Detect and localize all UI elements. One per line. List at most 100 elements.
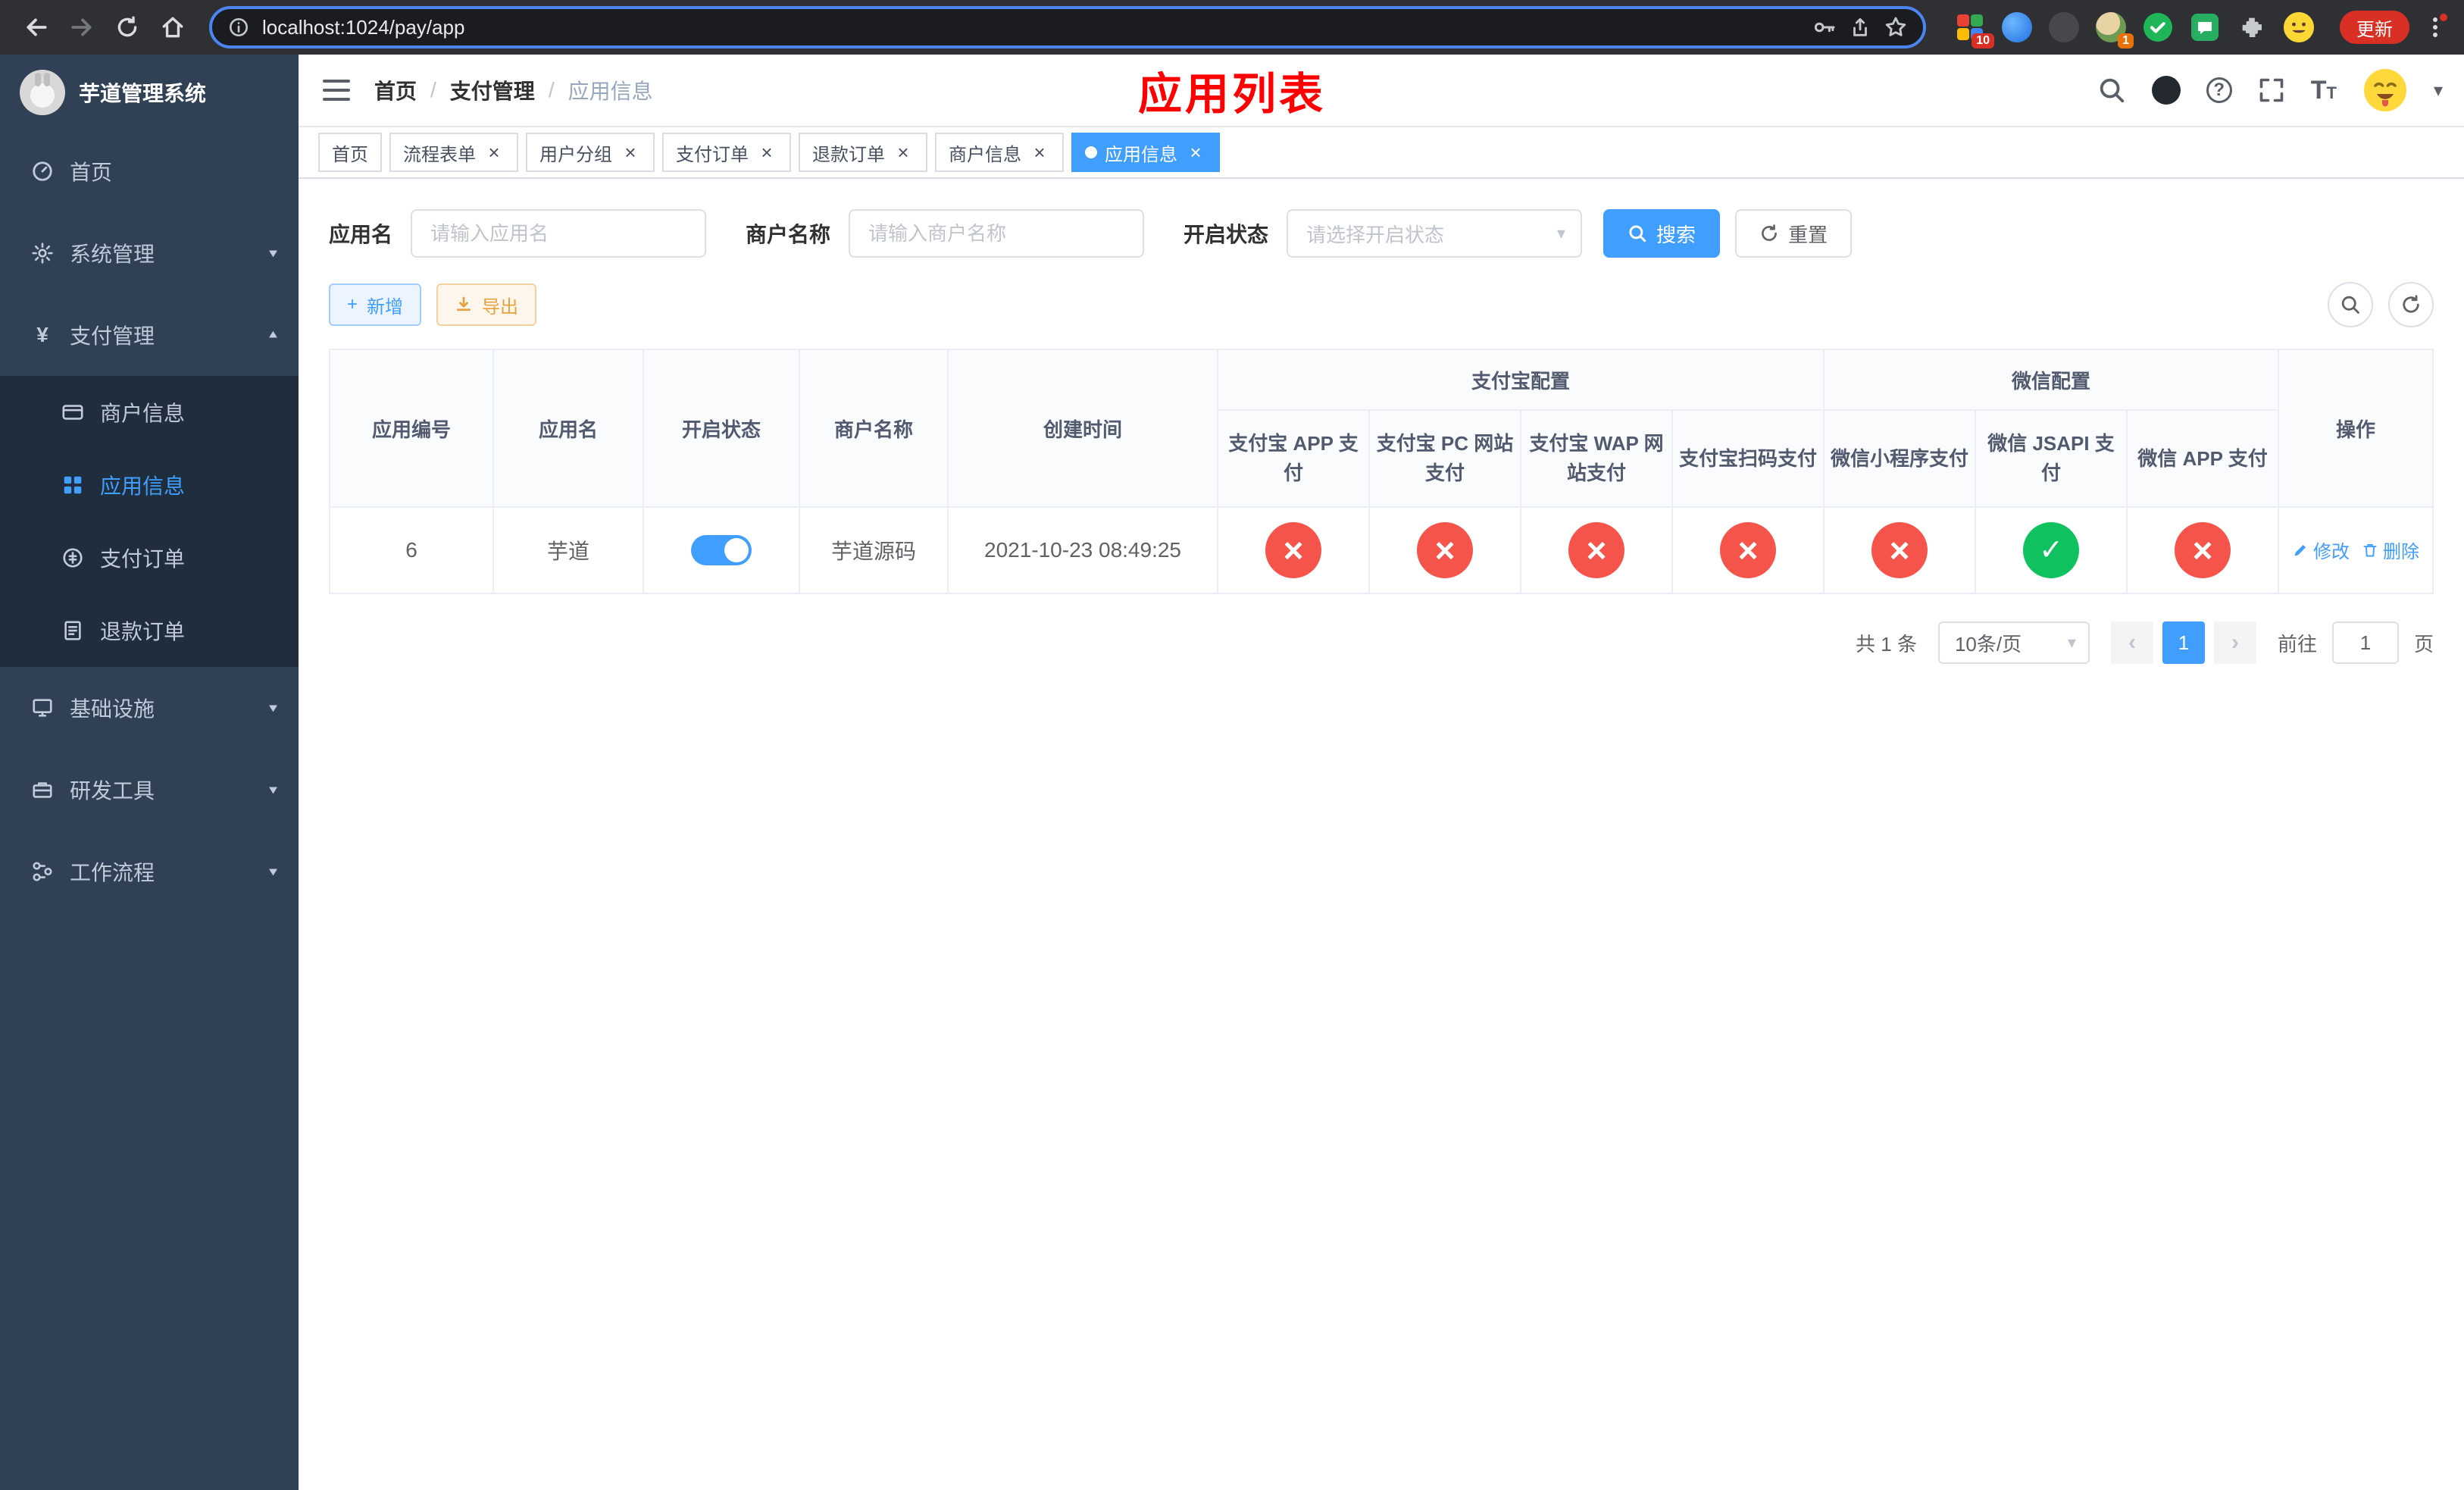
sidebar-item-label: 支付管理	[70, 324, 155, 348]
status-select[interactable]: 请选择开启状态 ▾	[1287, 209, 1583, 258]
reload-button[interactable]	[106, 6, 149, 49]
goto-label: 前往	[2277, 632, 2317, 656]
current-page-button[interactable]: 1	[2162, 621, 2205, 664]
tab-label: 支付订单	[676, 144, 749, 165]
app-name-input[interactable]	[411, 209, 707, 258]
status-toggle[interactable]	[691, 535, 752, 565]
merchant-name-input[interactable]	[849, 209, 1145, 258]
bookmark-star-icon[interactable]	[1884, 15, 1908, 39]
tab-refund-order[interactable]: 退款订单 ×	[799, 133, 927, 172]
fullscreen-icon[interactable]	[2258, 77, 2285, 104]
github-icon[interactable]	[2151, 76, 2181, 105]
sidebar-item-label: 支付订单	[100, 547, 186, 571]
close-tab-icon[interactable]: ×	[620, 142, 641, 163]
avatar-dropdown-icon[interactable]: ▾	[2434, 80, 2443, 102]
tab-pay-order[interactable]: 支付订单 ×	[662, 133, 791, 172]
close-tab-icon[interactable]: ×	[483, 142, 505, 163]
close-tab-icon[interactable]: ×	[893, 142, 914, 163]
refresh-button[interactable]	[2388, 282, 2434, 327]
home-button[interactable]	[152, 6, 194, 49]
tab-app-info[interactable]: 应用信息 ×	[1071, 133, 1220, 172]
browser-menu-icon[interactable]	[2422, 11, 2449, 44]
chevron-down-icon: ▾	[268, 245, 277, 261]
sidebar-item-home[interactable]: 首页	[0, 130, 299, 212]
col-header-merchant: 商户名称	[799, 349, 949, 508]
breadcrumb-home[interactable]: 首页	[374, 75, 417, 105]
ext-blue-icon[interactable]	[2000, 11, 2034, 44]
col-header-status: 开启状态	[643, 349, 800, 508]
sidebar-item-infra[interactable]: 基础设施 ▾	[0, 667, 299, 749]
add-button[interactable]: + 新增	[329, 283, 422, 326]
close-tab-icon[interactable]: ×	[756, 142, 777, 163]
tab-home[interactable]: 首页	[318, 133, 382, 172]
profile-avatar-icon[interactable]	[2282, 11, 2315, 44]
back-button[interactable]	[15, 6, 58, 49]
toolbox-icon	[30, 778, 55, 801]
apps-table: 应用编号 应用名 开启状态 商户名称 创建时间 支付宝配置 微信配置 操作 支付…	[329, 349, 2434, 594]
update-button[interactable]: 更新	[2340, 11, 2409, 44]
delete-button[interactable]: 删除	[2362, 537, 2419, 563]
sidebar-item-merchant-info[interactable]: 商户信息	[0, 376, 299, 449]
sidebar-item-devtools[interactable]: 研发工具 ▾	[0, 749, 299, 831]
extensions-bar: 10 1	[1941, 11, 2328, 49]
page-size-select[interactable]: 10条/页 ▾	[1937, 621, 2090, 664]
channel-status-icon	[1568, 522, 1624, 578]
help-icon[interactable]: ?	[2206, 77, 2232, 103]
col-header-name: 应用名	[492, 349, 644, 508]
user-avatar[interactable]	[2362, 67, 2408, 113]
close-tab-icon[interactable]: ×	[1185, 142, 1206, 163]
sidebar-item-label: 商户信息	[100, 402, 186, 425]
dashboard-icon	[30, 160, 55, 183]
sidebar-item-app-info[interactable]: 应用信息	[0, 449, 299, 521]
status-label: 开启状态	[1184, 223, 1269, 246]
tab-label: 应用信息	[1105, 144, 1177, 165]
ext-wechat-check-icon[interactable]	[2141, 11, 2175, 44]
tab-process-form[interactable]: 流程表单 ×	[389, 133, 518, 172]
export-button[interactable]: 导出	[436, 283, 537, 326]
tab-user-group[interactable]: 用户分组 ×	[526, 133, 655, 172]
share-icon[interactable]	[1849, 16, 1871, 39]
status-select-placeholder: 请选择开启状态	[1306, 223, 1445, 246]
col-header-alipay-qr: 支付宝扫码支付	[1671, 409, 1825, 508]
address-bar[interactable]: localhost:1024/pay/app	[209, 6, 1926, 49]
site-info-icon[interactable]	[227, 16, 250, 39]
ext-grid-icon[interactable]: 10	[1953, 11, 1994, 49]
tab-merchant-info[interactable]: 商户信息 ×	[935, 133, 1064, 172]
app-grid-icon	[61, 474, 85, 496]
edit-button[interactable]: 修改	[2292, 537, 2350, 563]
sidebar-item-label: 系统管理	[70, 243, 155, 266]
search-icon[interactable]	[2097, 76, 2126, 105]
ext-dark-icon[interactable]	[2047, 11, 2081, 44]
pager-buttons: ‹ 1 ›	[2110, 621, 2256, 664]
reset-button-label: 重置	[1788, 223, 1828, 246]
sidebar-item-refund-order[interactable]: 退款订单	[0, 594, 299, 667]
extensions-puzzle-icon[interactable]	[2235, 11, 2269, 44]
url-text: localhost:1024/pay/app	[262, 15, 465, 39]
goto-unit-label: 页	[2413, 632, 2434, 656]
edit-button-label: 修改	[2313, 542, 2350, 563]
sidebar-item-system[interactable]: 系统管理 ▾	[0, 212, 299, 294]
top-navbar: 首页 / 支付管理 / 应用信息 应用列表 ? T T ▾	[299, 55, 2464, 127]
forward-button[interactable]	[61, 6, 103, 49]
export-button-label: 导出	[482, 296, 519, 318]
next-page-button[interactable]: ›	[2213, 621, 2256, 664]
password-key-icon[interactable]	[1812, 15, 1837, 39]
ext-green-chat-icon[interactable]	[2188, 11, 2222, 44]
toggle-search-button[interactable]	[2328, 282, 2373, 327]
search-button[interactable]: 搜索	[1603, 209, 1721, 258]
sidebar-item-payment[interactable]: ¥ 支付管理 ▾	[0, 294, 299, 376]
workflow-icon	[30, 860, 55, 883]
goto-page-input[interactable]	[2331, 621, 2399, 664]
sidebar-item-pay-order[interactable]: 支付订单	[0, 521, 299, 594]
col-header-created: 创建时间	[947, 349, 1218, 508]
font-size-icon[interactable]: TT	[2311, 77, 2337, 103]
breadcrumb-payment[interactable]: 支付管理	[450, 75, 535, 105]
ext-avatar-icon[interactable]: 1	[2094, 11, 2134, 49]
close-tab-icon[interactable]: ×	[1029, 142, 1050, 163]
prev-page-button[interactable]: ‹	[2110, 621, 2153, 664]
sidebar-item-workflow[interactable]: 工作流程 ▾	[0, 831, 299, 912]
reset-button[interactable]: 重置	[1735, 209, 1853, 258]
tab-label: 用户分组	[539, 144, 612, 165]
sidebar-collapse-icon[interactable]	[323, 80, 350, 101]
cell-app-id: 6	[329, 506, 494, 594]
